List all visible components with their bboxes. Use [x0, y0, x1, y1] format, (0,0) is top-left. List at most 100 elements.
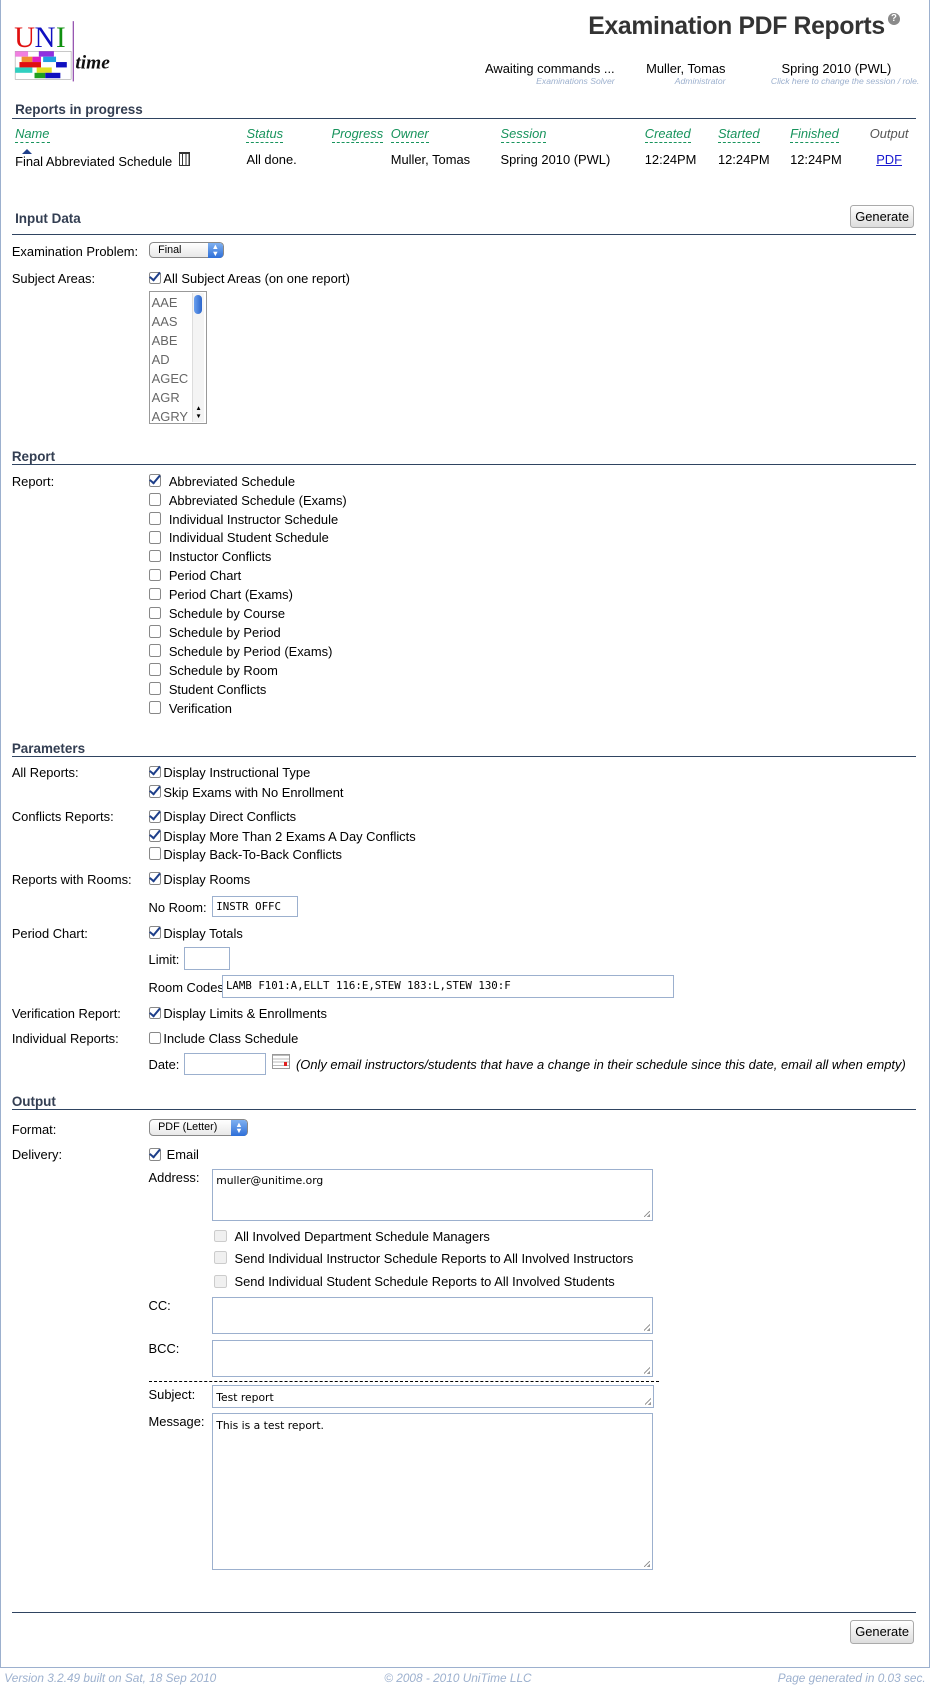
solver-status[interactable]: Awaiting commands ... Examinations Solve…: [485, 61, 615, 86]
direct-checkbox[interactable]: Display Direct Conflicts: [148, 809, 296, 824]
checkbox[interactable]: [148, 1147, 162, 1161]
email-checkbox[interactable]: Email: [148, 1147, 199, 1162]
checkbox[interactable]: [148, 492, 162, 506]
column-header-created[interactable]: Created: [644, 126, 691, 143]
column-header-finished[interactable]: Finished: [790, 126, 839, 143]
checkbox[interactable]: [148, 682, 162, 696]
column-header-session[interactable]: Session: [500, 126, 547, 143]
scroll-thumb[interactable]: [193, 294, 203, 315]
skip-exams-checkbox[interactable]: Skip Exams with No Enrollment: [148, 785, 343, 800]
report-option[interactable]: Schedule by Period: [148, 625, 281, 640]
disp-rooms-checkbox[interactable]: Display Rooms: [148, 872, 250, 887]
more2-checkbox[interactable]: Display More Than 2 Exams A Day Conflict…: [148, 829, 416, 844]
delivery-label: Delivery:: [11, 1147, 63, 1163]
limit-input[interactable]: [184, 947, 231, 970]
calendar-icon[interactable]: [272, 1053, 291, 1069]
report-row[interactable]: Final Abbreviated Schedule: [15, 151, 190, 169]
totals-checkbox[interactable]: Display Totals: [148, 926, 243, 941]
message-textarea[interactable]: This is a test report.: [212, 1413, 654, 1571]
page-title: Examination PDF Reports: [588, 12, 885, 40]
column-header-owner[interactable]: Owner: [390, 126, 429, 143]
checkbox[interactable]: [148, 606, 162, 620]
column-header-progress[interactable]: Progress: [331, 126, 384, 143]
checkbox[interactable]: [148, 829, 162, 842]
report-option[interactable]: Period Chart (Exams): [148, 587, 293, 602]
report-option-label: Individual Student Schedule: [168, 530, 329, 546]
checkbox[interactable]: [148, 587, 162, 601]
report-option[interactable]: Period Chart: [148, 568, 241, 583]
pdf-link[interactable]: PDF: [876, 152, 902, 167]
divider: [11, 463, 916, 465]
scroll-arrows-icon[interactable]: ▲ ▼: [193, 405, 205, 422]
checkbox[interactable]: [148, 1006, 162, 1020]
help-icon[interactable]: ?: [888, 12, 900, 25]
unitime-logo: U N I time: [13, 19, 121, 82]
report-option[interactable]: Abbreviated Schedule (Exams): [148, 492, 347, 508]
session-selector[interactable]: Spring 2010 (PWL) Click here to change t…: [771, 61, 919, 86]
checkbox[interactable]: [148, 530, 162, 544]
b2b-checkbox[interactable]: Display Back-To-Back Conflicts: [148, 847, 342, 862]
checkbox[interactable]: [148, 701, 162, 714]
subject-input[interactable]: Test report: [212, 1385, 655, 1408]
column-header-status[interactable]: Status: [246, 126, 284, 143]
user-role: Administrator: [674, 76, 726, 87]
bcc-textarea[interactable]: [212, 1340, 654, 1377]
trash-icon[interactable]: [179, 151, 190, 166]
checkbox[interactable]: [148, 926, 162, 939]
report-option[interactable]: Schedule by Course: [148, 606, 285, 621]
checkbox[interactable]: [214, 1251, 227, 1264]
user-info[interactable]: Muller, Tomas Administrator: [646, 61, 725, 86]
checkbox[interactable]: [214, 1274, 227, 1288]
checkbox[interactable]: [148, 785, 162, 798]
checkbox[interactable]: [148, 568, 162, 582]
column-header-name[interactable]: Name: [15, 126, 50, 143]
room-codes-input[interactable]: LAMB F101:A,ELLT 116:E,STEW 183:L,STEW 1…: [221, 975, 674, 998]
address-textarea[interactable]: muller@unitime.org: [212, 1168, 654, 1221]
report-option[interactable]: Verification: [148, 701, 232, 716]
checkbox[interactable]: [148, 872, 162, 885]
exam-problem-value: Final: [158, 244, 182, 257]
report-option[interactable]: Instuctor Conflicts: [148, 549, 271, 564]
instructors-checkbox[interactable]: Send Individual Instructor Schedule Repo…: [214, 1251, 633, 1266]
students-checkbox[interactable]: Send Individual Student Schedule Reports…: [214, 1274, 615, 1289]
all-subjects-checkbox[interactable]: All Subject Areas (on one report): [148, 271, 350, 286]
checkbox[interactable]: [148, 847, 162, 861]
checkbox[interactable]: [148, 809, 162, 823]
checkbox[interactable]: [148, 271, 162, 285]
report-option[interactable]: Schedule by Room: [148, 663, 278, 678]
checkbox[interactable]: [148, 511, 162, 525]
report-option[interactable]: Schedule by Period (Exams): [148, 644, 332, 659]
section-parameters: Parameters: [11, 740, 86, 756]
report-option[interactable]: Student Conflicts: [148, 682, 266, 697]
report-started: 12:24PM: [717, 151, 770, 167]
checkbox[interactable]: [148, 663, 162, 677]
list-scrollbar[interactable]: ▲ ▼: [191, 292, 205, 422]
checkbox[interactable]: [148, 765, 162, 779]
generate-button[interactable]: Generate: [850, 204, 914, 229]
date-input[interactable]: [184, 1052, 266, 1076]
managers-checkbox[interactable]: All Involved Department Schedule Manager…: [214, 1229, 490, 1244]
report-option[interactable]: Individual Instructor Schedule: [148, 511, 338, 527]
report-option[interactable]: Abbreviated Schedule: [148, 473, 296, 489]
limits-checkbox[interactable]: Display Limits & Enrollments: [148, 1006, 327, 1021]
instr-type-checkbox[interactable]: Display Instructional Type: [148, 765, 310, 780]
cc-textarea[interactable]: [212, 1297, 654, 1334]
checkbox[interactable]: [214, 1229, 227, 1243]
column-header-started[interactable]: Started: [717, 126, 760, 143]
checkbox[interactable]: [148, 473, 162, 487]
checkbox[interactable]: [148, 625, 162, 639]
checkbox[interactable]: [148, 644, 162, 658]
generate-button-bottom[interactable]: Generate: [850, 1619, 914, 1644]
instructors-label: Send Individual Instructor Schedule Repo…: [234, 1250, 634, 1266]
room-codes-label: Room Codes:: [148, 979, 228, 995]
checkbox[interactable]: [148, 549, 162, 563]
exam-problem-select[interactable]: Final ▲ ▼: [148, 242, 224, 259]
checkbox[interactable]: [148, 1031, 162, 1045]
bcc-label: BCC:: [148, 1341, 180, 1357]
class-sched-checkbox[interactable]: Include Class Schedule: [148, 1031, 298, 1046]
report-option-label: Abbreviated Schedule: [168, 473, 296, 489]
no-room-input[interactable]: INSTR OFFC: [212, 895, 299, 918]
format-select[interactable]: PDF (Letter) ▲ ▼: [148, 1119, 248, 1136]
column-header-output[interactable]: Output: [870, 126, 909, 141]
report-option[interactable]: Individual Student Schedule: [148, 530, 329, 546]
